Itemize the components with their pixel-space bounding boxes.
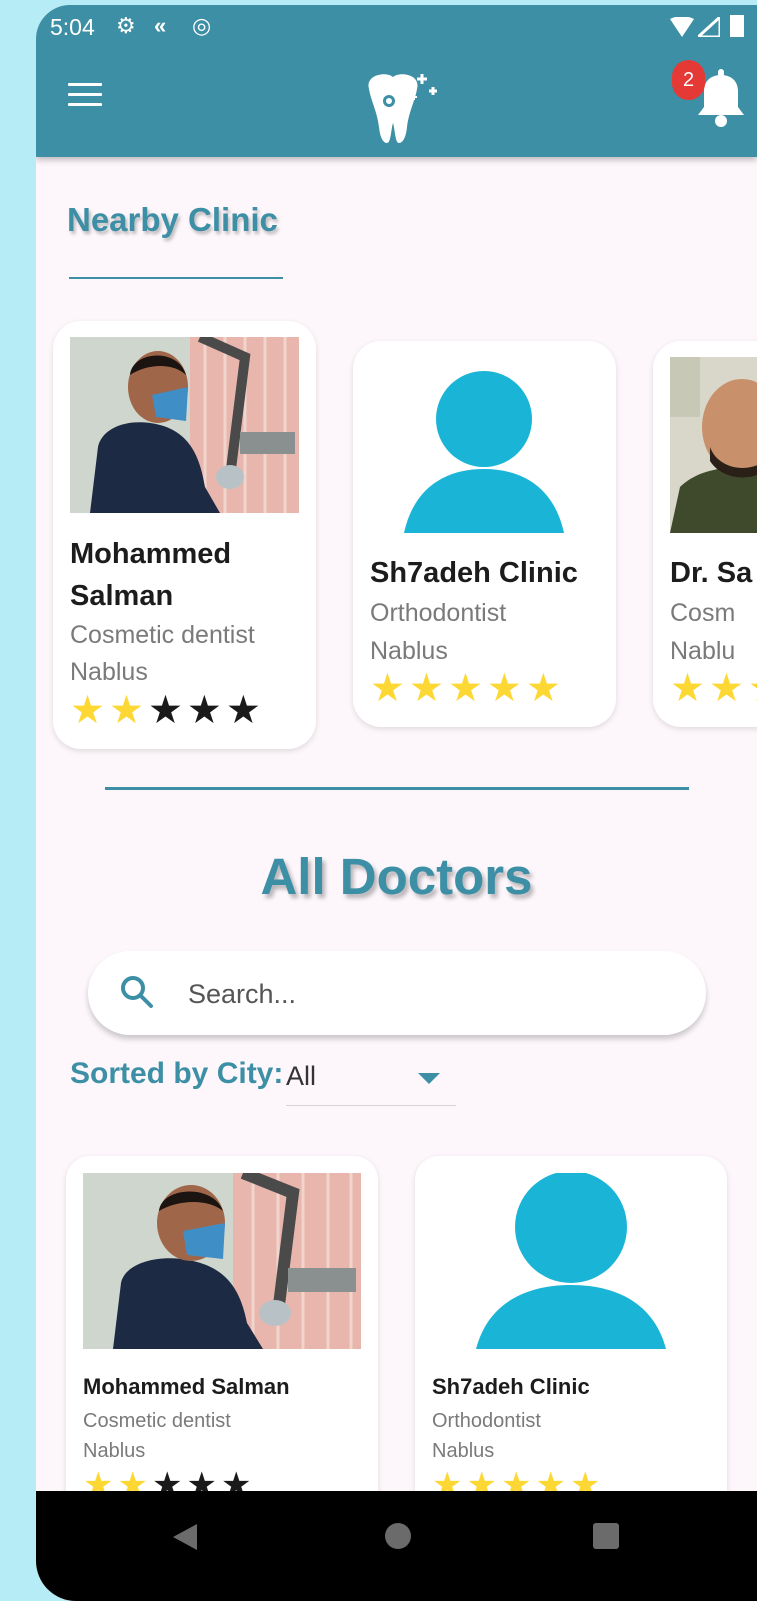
sort-label: Sorted by City: <box>70 1057 284 1090</box>
city-dropdown-value: All <box>286 1061 317 1091</box>
dentist-photo <box>70 337 299 513</box>
rating-stars: ★ ★ ★ ★ ★ <box>370 669 565 709</box>
default-avatar <box>432 1173 710 1349</box>
back-icon[interactable] <box>171 1522 199 1552</box>
section-divider <box>105 787 689 790</box>
nearby-card-sh7adeh[interactable]: Sh7adeh Clinic Orthodontist Nablus ★ ★ ★… <box>353 341 616 727</box>
card-specialty: Cosm <box>670 599 736 627</box>
star-filled-icon: ★ <box>748 669 757 709</box>
recents-icon[interactable] <box>592 1522 620 1550</box>
status-time: 5:04 <box>50 14 95 40</box>
card-specialty: Cosmetic dentist <box>83 1410 231 1432</box>
at-icon: ◎ <box>192 13 212 38</box>
card-name: Sh7adeh Clinic <box>370 557 578 589</box>
system-nav-bar <box>36 1491 757 1601</box>
card-name: Dr. Sa <box>670 557 753 589</box>
signal-icon <box>698 17 720 37</box>
card-city: Nablus <box>70 658 148 686</box>
tooth-logo-icon <box>368 74 437 143</box>
card-city: Nablus <box>370 637 448 665</box>
star-filled-icon: ★ <box>525 667 561 710</box>
wifi-icon <box>670 17 694 37</box>
rating-stars: ★ ★ ★ ★ ★ <box>70 691 265 731</box>
gear-icon: ⚙ <box>116 13 136 38</box>
chevron-down-icon <box>418 1073 440 1084</box>
card-city: Nablus <box>432 1440 495 1462</box>
search-input[interactable] <box>186 971 670 1017</box>
card-city: Nablus <box>83 1440 146 1462</box>
card-name: Sh7adeh Clinic <box>432 1374 590 1399</box>
card-city: Nablu <box>670 637 736 665</box>
doctor-card-sh7adeh[interactable]: Sh7adeh Clinic Orthodontist Nablus ★ ★ ★… <box>415 1156 727 1536</box>
card-specialty: Orthodontist <box>370 599 507 627</box>
star-filled-icon: ★ <box>708 667 744 710</box>
all-doctors-title: All Doctors <box>260 848 533 905</box>
hamburger-icon[interactable] <box>68 83 102 111</box>
search-icon <box>121 976 153 1008</box>
nearby-card-mohammed[interactable]: Mohammed Salman Cosmetic dentist Nablus … <box>53 321 316 749</box>
home-icon[interactable] <box>384 1522 412 1550</box>
star-filled-icon: ★ <box>70 689 105 732</box>
nearby-clinic-title: Nearby Clinic <box>67 201 278 238</box>
doctor-photo <box>670 357 757 533</box>
search-bar[interactable] <box>88 951 706 1035</box>
arrow-icon: « <box>154 13 167 38</box>
star-empty-icon: ★ <box>147 689 183 732</box>
star-filled-icon: ★ <box>486 667 522 710</box>
notification-badge: 2 <box>672 60 705 100</box>
app-bar: 5:04 ⚙ « ◎ 2 <box>36 5 757 157</box>
star-filled-icon: ★ <box>108 689 144 732</box>
star-filled-icon: ★ <box>447 667 483 710</box>
status-bar: 5:04 ⚙ « ◎ <box>36 5 757 47</box>
star-empty-icon: ★ <box>225 689 261 732</box>
nearby-card-dr-sa[interactable]: Dr. Sa Cosm Nablu ★ ★ ★ ★ ★ <box>653 341 757 727</box>
dentist-photo <box>83 1173 361 1349</box>
default-avatar <box>370 357 599 533</box>
star-filled-icon: ★ <box>370 667 405 710</box>
title-underline <box>69 277 283 279</box>
card-specialty: Orthodontist <box>432 1410 541 1432</box>
city-dropdown[interactable]: All <box>286 1057 456 1106</box>
card-name: Mohammed Salman <box>70 538 232 612</box>
phone-screen: 5:04 ⚙ « ◎ 2 Nearby Clinic Mohammed Salm… <box>36 5 757 1601</box>
doctor-card-mohammed[interactable]: Mohammed Salman Cosmetic dentist Nablus … <box>66 1156 378 1536</box>
card-name: Mohammed Salman <box>83 1374 290 1399</box>
star-filled-icon: ★ <box>408 667 444 710</box>
star-filled-icon: ★ <box>670 667 705 710</box>
card-specialty: Cosmetic dentist <box>70 621 255 649</box>
rating-stars: ★ ★ ★ ★ ★ <box>670 669 757 709</box>
battery-icon <box>730 15 744 37</box>
star-empty-icon: ★ <box>186 689 222 732</box>
